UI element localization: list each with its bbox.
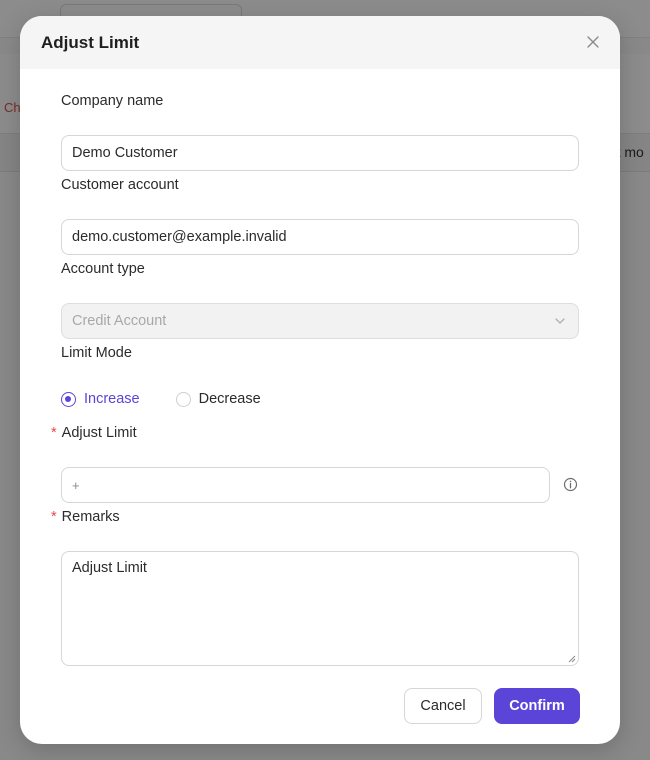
adjust-limit-dialog: Adjust Limit Company name Demo Customer …: [20, 16, 620, 744]
limit-mode-label: Limit Mode: [61, 345, 132, 361]
decrease-radio[interactable]: [175, 391, 191, 407]
increase-radio-label: Increase: [84, 391, 140, 407]
info-icon[interactable]: [563, 477, 578, 492]
resize-grip-icon[interactable]: [568, 655, 576, 663]
close-icon[interactable]: [584, 33, 602, 51]
remarks-textarea[interactable]: Adjust Limit: [61, 551, 579, 666]
account-type-select: Credit Account: [61, 303, 579, 339]
remarks-value: Adjust Limit: [72, 560, 147, 576]
limit-mode-radio-group: Increase Decrease: [61, 391, 297, 407]
required-mark: *: [51, 425, 57, 441]
remarks-label-text: Remarks: [61, 509, 120, 525]
chevron-down-icon: [555, 318, 565, 324]
limit-mode-decrease-option[interactable]: Decrease: [175, 391, 261, 407]
customer-account-value: demo.customer@example.invalid: [72, 229, 287, 245]
remarks-label: * Remarks: [51, 509, 120, 525]
adjust-limit-input[interactable]: +: [61, 467, 550, 503]
adjust-limit-label: * Adjust Limit: [51, 425, 137, 441]
account-type-value: Credit Account: [72, 313, 167, 329]
company-name-value: Demo Customer: [72, 145, 178, 161]
cancel-button[interactable]: Cancel: [404, 688, 482, 724]
dialog-header: Adjust Limit: [20, 16, 620, 69]
account-type-label: Account type: [61, 261, 145, 277]
increase-radio[interactable]: [61, 391, 76, 407]
adjust-limit-label-text: Adjust Limit: [61, 425, 137, 441]
dialog-title: Adjust Limit: [41, 33, 140, 52]
decrease-radio-label: Decrease: [198, 391, 261, 407]
confirm-button[interactable]: Confirm: [494, 688, 580, 724]
customer-account-label: Customer account: [61, 177, 179, 193]
company-name-field[interactable]: Demo Customer: [61, 135, 579, 171]
required-mark: *: [51, 509, 57, 525]
limit-mode-increase-option[interactable]: Increase: [61, 391, 140, 407]
company-name-label: Company name: [61, 93, 164, 109]
customer-account-field[interactable]: demo.customer@example.invalid: [61, 219, 579, 255]
adjust-limit-prefix: +: [72, 477, 80, 493]
